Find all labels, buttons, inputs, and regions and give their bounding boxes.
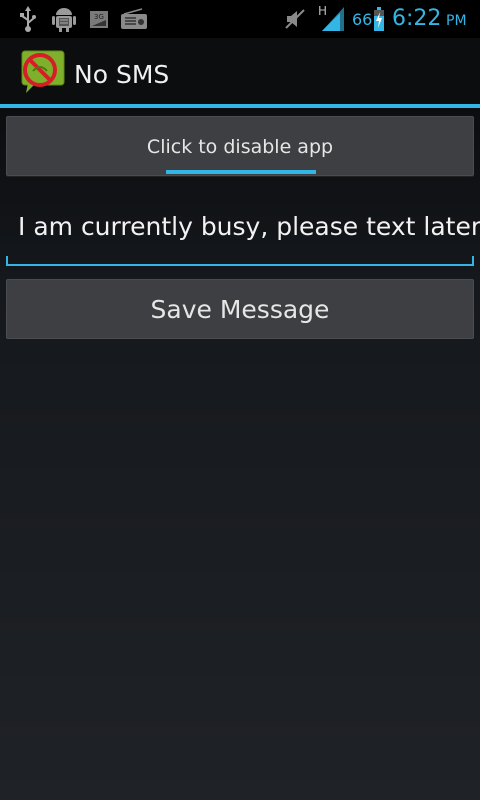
3g-icon: 3G — [88, 5, 110, 33]
battery-level: 66 — [352, 10, 373, 29]
message-input-underline — [6, 264, 474, 266]
save-message-label: Save Message — [150, 295, 330, 324]
action-bar-divider — [0, 104, 480, 108]
message-input-tick-left — [6, 256, 8, 266]
status-bar: 3G H 66 6:22 PM — [0, 0, 480, 38]
svg-text:3G: 3G — [94, 13, 104, 21]
usb-icon — [16, 5, 40, 33]
disable-app-toggle-button[interactable]: Click to disable app — [6, 116, 474, 176]
network-type-label: H — [318, 4, 328, 18]
message-input[interactable]: I am currently busy, please text later. — [6, 196, 480, 268]
radio-icon — [120, 5, 148, 33]
mute-icon — [282, 5, 308, 33]
clock-ampm: PM — [446, 13, 467, 29]
save-message-button[interactable]: Save Message — [6, 279, 474, 339]
android-debug-icon — [50, 5, 78, 33]
toggle-state-indicator — [166, 170, 316, 174]
clock-time: 6:22 — [392, 6, 442, 31]
message-input-tick-right — [472, 256, 474, 266]
action-bar: No SMS — [0, 38, 480, 104]
app-title: No SMS — [74, 60, 170, 89]
toggle-label: Click to disable app — [146, 136, 334, 158]
battery-icon — [372, 5, 386, 33]
app-icon[interactable] — [20, 49, 66, 95]
message-input-value: I am currently busy, please text later. — [18, 212, 480, 241]
